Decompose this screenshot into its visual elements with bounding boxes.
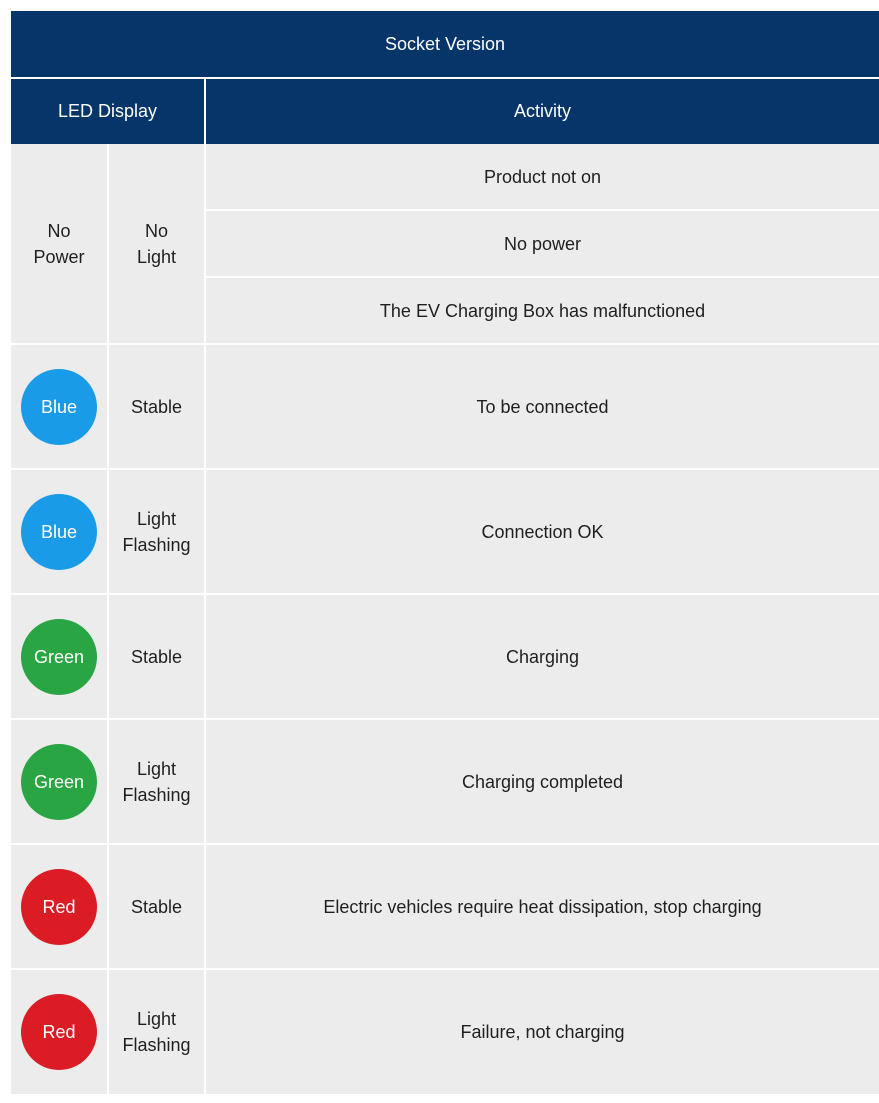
state-cell: Light Flashing (108, 469, 206, 595)
table-row: Blue Light Flashing Connection OK (11, 469, 879, 595)
activity-cell: No power (205, 210, 879, 278)
green-led-indicator: Green (21, 618, 97, 695)
activity-cell: Electric vehicles require heat dissipati… (205, 844, 879, 970)
activity-cell: Charging (205, 594, 879, 720)
state-cell: Light Flashing (108, 969, 206, 1094)
led-display-header: LED Display (11, 78, 206, 144)
no-power-led-cell: No Power (11, 144, 109, 345)
red-led-indicator: Red (21, 868, 97, 945)
red-led-indicator: Red (21, 994, 97, 1070)
blue-led-indicator: Blue (21, 493, 97, 570)
activity-cell: The EV Charging Box has malfunctioned (205, 277, 879, 345)
activity-cell: Failure, not charging (205, 969, 879, 1094)
activity-cell: Product not on (205, 144, 879, 211)
state-cell: Stable (108, 844, 206, 970)
activity-cell: To be connected (205, 344, 879, 470)
activity-cell: Connection OK (205, 469, 879, 595)
table-row: Green Light Flashing Charging completed (11, 719, 879, 845)
no-light-state-cell: No Light (108, 144, 206, 345)
table-row: Red Stable Electric vehicles require hea… (11, 844, 879, 970)
table-row: Red Light Flashing Failure, not charging (11, 969, 879, 1094)
green-led-indicator: Green (21, 743, 97, 820)
blue-led-indicator: Blue (21, 368, 97, 445)
led-status-table: Socket Version LED Display Activity No P… (11, 11, 879, 1094)
activity-header: Activity (205, 78, 879, 144)
led-status-table-wrapper: Socket Version LED Display Activity No P… (11, 11, 879, 1094)
activity-cell: Charging completed (205, 719, 879, 845)
state-cell: Stable (108, 594, 206, 720)
table-row: Green Stable Charging (11, 594, 879, 720)
state-cell: Light Flashing (108, 719, 206, 845)
state-cell: Stable (108, 344, 206, 470)
table-row: Blue Stable To be connected (11, 344, 879, 470)
table-title: Socket Version (11, 11, 879, 79)
